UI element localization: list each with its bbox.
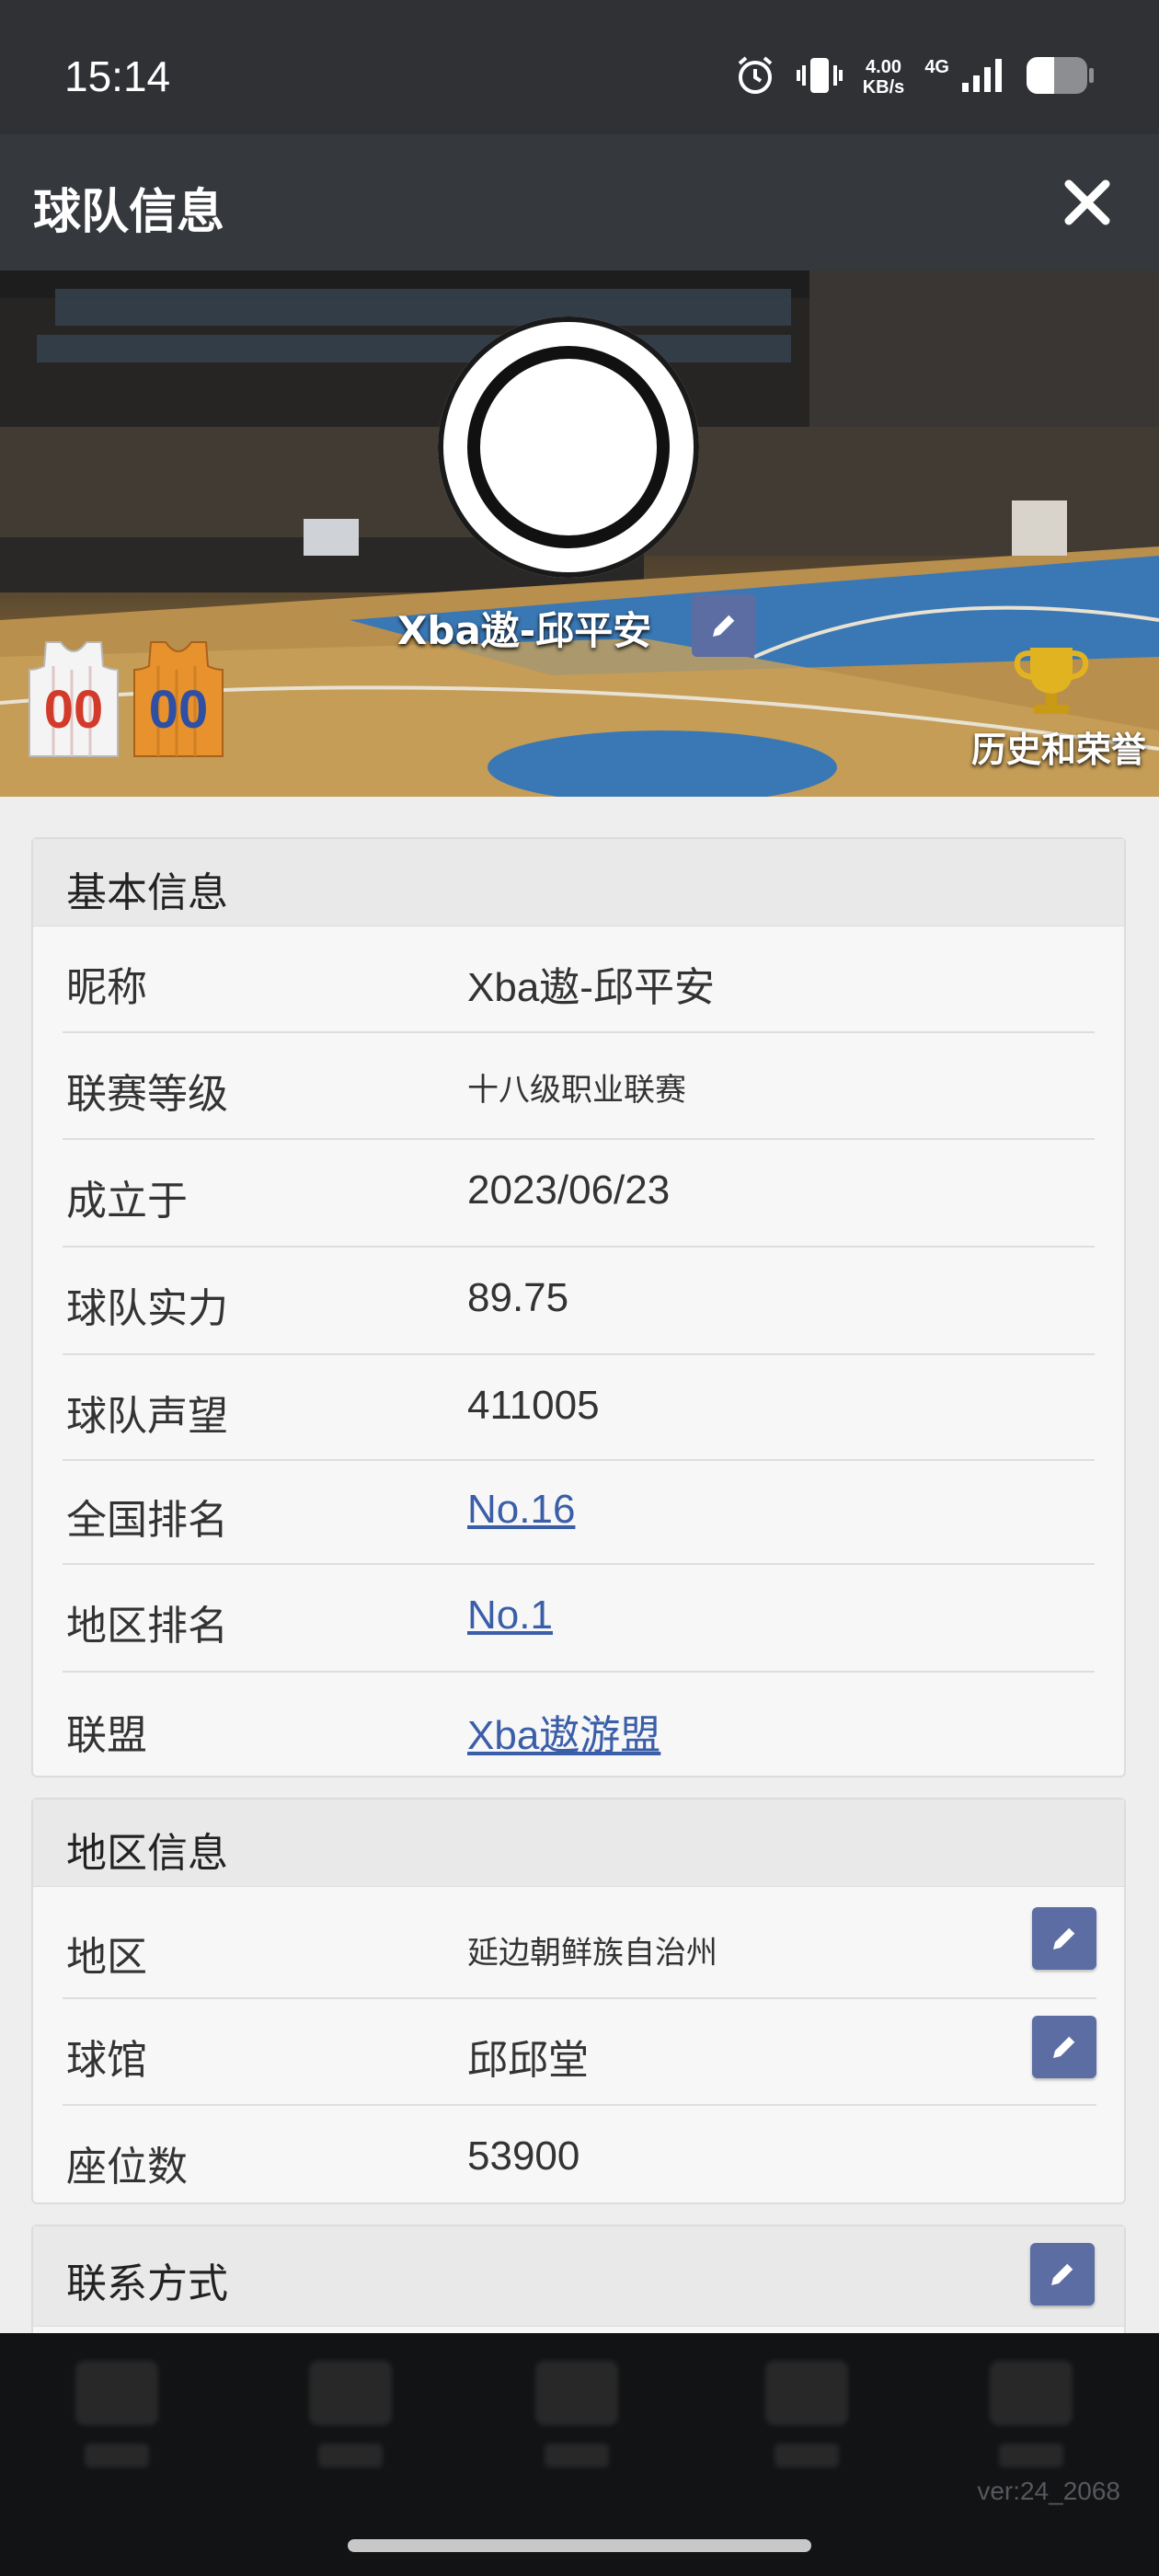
row-value: 延边朝鲜族自治州 — [467, 1936, 717, 1971]
team-banner: Xba遨-邱平安 00 00 历史和荣誉 — [0, 270, 1159, 797]
info-row-founded: 成立于 2023/06/23 — [63, 1140, 1095, 1248]
row-label: 昵称 — [66, 964, 147, 1011]
card-header: 联系方式 — [33, 2226, 1124, 2327]
info-row-league: 联赛等级 十八级职业联赛 — [63, 1033, 1095, 1140]
row-label: 球队声望 — [66, 1393, 228, 1440]
home-indicator[interactable] — [348, 2539, 811, 2552]
row-label: 联赛等级 — [66, 1071, 228, 1118]
logo-ring-icon — [467, 346, 670, 548]
pencil-icon — [1053, 2035, 1076, 2058]
away-jersey[interactable]: 00 — [131, 638, 226, 760]
card-header: 地区信息 — [33, 1800, 1124, 1887]
pencil-icon — [1051, 2262, 1074, 2285]
nav-label — [85, 2444, 149, 2467]
row-label: 联盟 — [66, 1712, 147, 1759]
pencil-icon — [713, 614, 736, 637]
close-icon — [1064, 179, 1110, 225]
nav-label — [545, 2444, 609, 2467]
home-jersey[interactable]: 00 — [26, 638, 121, 760]
card-header: 基本信息 — [33, 839, 1124, 926]
row-value: 邱邱堂 — [467, 2038, 589, 2083]
nav-icon — [309, 2361, 392, 2425]
info-row-region: 地区 延边朝鲜族自治州 — [63, 1887, 1096, 1999]
contact-card: 联系方式 — [31, 2225, 1126, 2333]
team-logo[interactable] — [438, 316, 699, 578]
row-label: 球馆 — [66, 2037, 147, 2084]
alarm-icon — [734, 54, 776, 100]
bottom-navigation: ver:24_2068 — [0, 2333, 1159, 2576]
status-icons: 4.00 KB/s 4G — [734, 53, 1095, 101]
row-label: 球队实力 — [66, 1285, 228, 1332]
info-row-national-rank: 全国排名 No.16 — [63, 1461, 1095, 1565]
battery-icon — [1025, 55, 1095, 99]
row-value: 2023/06/23 — [467, 1167, 671, 1213]
nav-item — [66, 2361, 167, 2490]
history-label[interactable]: 历史和荣誉 — [971, 721, 1146, 772]
nav-item — [300, 2361, 401, 2490]
card-title: 基本信息 — [66, 869, 228, 916]
alliance-link[interactable]: Xba遨游盟 — [467, 1702, 660, 1761]
national-rank-link[interactable]: No.16 — [467, 1487, 575, 1533]
close-button[interactable] — [1054, 169, 1120, 236]
edit-arena-button[interactable] — [1032, 2016, 1096, 2078]
nav-item — [981, 2361, 1082, 2490]
status-bar: 15:14 4.00 KB/s 4G — [0, 0, 1159, 134]
history-button[interactable] — [1010, 644, 1093, 721]
nav-icon — [535, 2361, 618, 2425]
info-row-seats: 座位数 53900 — [63, 2106, 1095, 2207]
nav-item — [526, 2361, 627, 2490]
row-value: Xba遨-邱平安 — [467, 965, 715, 1010]
edit-contact-button[interactable] — [1030, 2243, 1095, 2306]
version-label: ver:24_2068 — [977, 2477, 1120, 2505]
vibrate-icon — [796, 54, 843, 100]
network-speed: 4.00 KB/s — [863, 57, 905, 98]
info-row-nickname: 昵称 Xba遨-邱平安 — [63, 926, 1095, 1033]
nav-icon — [990, 2361, 1073, 2425]
info-row-prestige: 球队声望 411005 — [63, 1355, 1095, 1461]
speed-unit: KB/s — [862, 77, 905, 98]
away-jersey-number: 00 — [148, 680, 209, 740]
row-value: 89.75 — [467, 1275, 569, 1320]
network-type: 4G — [924, 57, 949, 77]
info-row-arena: 球馆 邱邱堂 — [63, 1999, 1096, 2106]
row-value: 53900 — [467, 2133, 580, 2179]
row-label: 座位数 — [66, 2144, 188, 2191]
info-row-alliance: 联盟 Xba遨游盟 — [63, 1673, 1095, 1779]
row-value: 411005 — [467, 1383, 600, 1428]
row-value: 十八级职业联赛 — [467, 1073, 686, 1108]
row-label: 成立于 — [66, 1178, 188, 1225]
region-info-card: 地区信息 地区 延边朝鲜族自治州 球馆 邱邱堂 座位数 53900 — [31, 1798, 1126, 2204]
card-title: 联系方式 — [66, 2260, 228, 2307]
speed-value: 4.00 — [866, 57, 901, 77]
signal-icon — [960, 57, 1004, 98]
team-name: Xba遨-邱平安 — [397, 608, 652, 653]
nav-label — [999, 2444, 1063, 2467]
jersey-selector[interactable]: 00 00 — [26, 638, 226, 760]
region-rank-link[interactable]: No.1 — [467, 1593, 553, 1639]
info-row-strength: 球队实力 89.75 — [63, 1248, 1095, 1355]
status-time: 15:14 — [64, 52, 171, 100]
edit-region-button[interactable] — [1032, 1907, 1096, 1970]
info-row-region-rank: 地区排名 No.1 — [63, 1565, 1095, 1673]
page-title: 球队信息 — [33, 185, 225, 240]
edit-team-name-button[interactable] — [692, 594, 756, 657]
row-label: 地区 — [66, 1934, 147, 1981]
nav-label — [775, 2444, 839, 2467]
nav-icon — [75, 2361, 158, 2425]
card-title: 地区信息 — [66, 1830, 228, 1877]
basic-info-card: 基本信息 昵称 Xba遨-邱平安 联赛等级 十八级职业联赛 成立于 2023/0… — [31, 837, 1126, 1777]
nav-icon — [765, 2361, 848, 2425]
trophy-icon — [1014, 648, 1089, 714]
nav-label — [318, 2444, 383, 2467]
pencil-icon — [1053, 1926, 1076, 1949]
content-area: 基本信息 昵称 Xba遨-邱平安 联赛等级 十八级职业联赛 成立于 2023/0… — [0, 797, 1159, 2333]
nav-item — [756, 2361, 857, 2490]
app-header: 球队信息 — [0, 134, 1159, 270]
home-jersey-number: 00 — [43, 680, 104, 740]
row-label: 地区排名 — [66, 1603, 228, 1650]
row-label: 全国排名 — [66, 1497, 228, 1544]
